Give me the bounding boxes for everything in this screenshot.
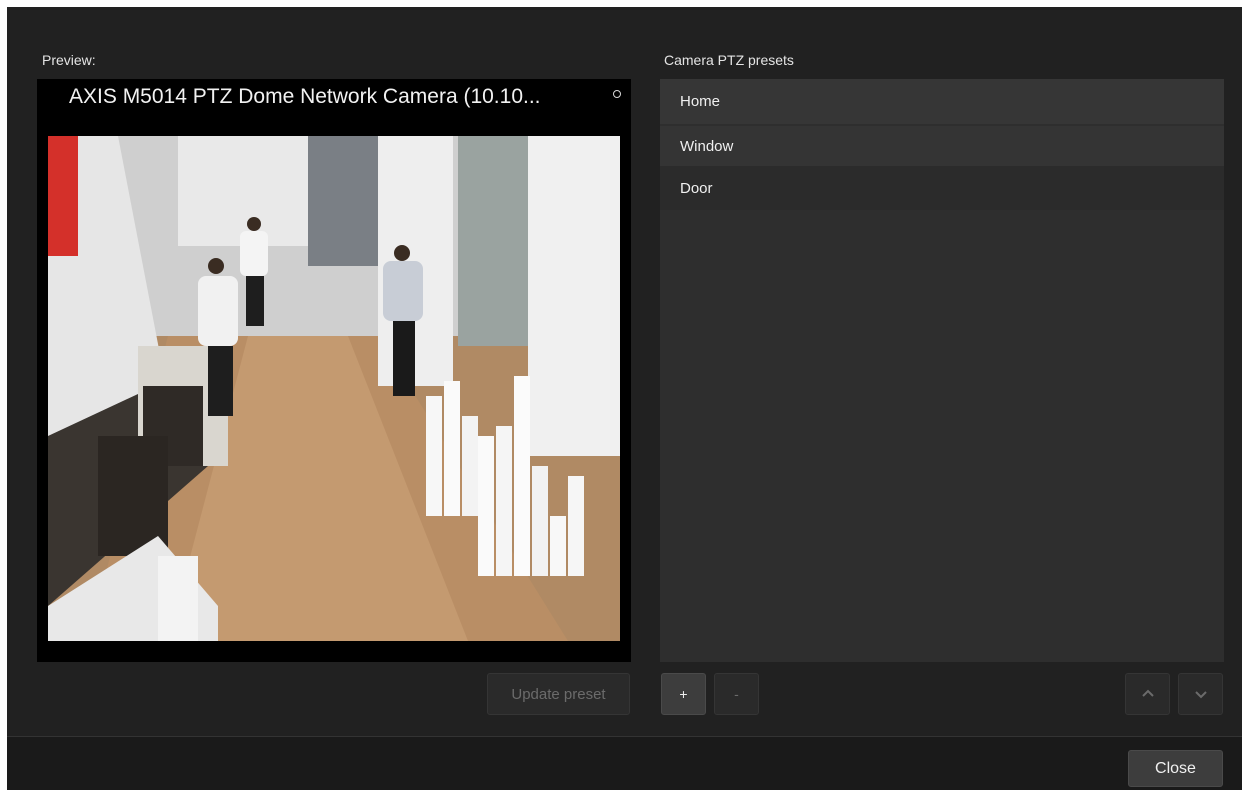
preset-item-home[interactable]: Home bbox=[660, 79, 1224, 124]
preview-label: Preview: bbox=[42, 52, 96, 68]
move-down-button[interactable] bbox=[1178, 673, 1223, 715]
preset-item-window[interactable]: Window bbox=[660, 126, 1224, 166]
chevron-down-icon bbox=[1194, 691, 1207, 699]
add-preset-button[interactable]: + bbox=[661, 673, 706, 715]
camera-title: AXIS M5014 PTZ Dome Network Camera (10.1… bbox=[69, 85, 541, 108]
chevron-up-icon bbox=[1141, 689, 1154, 697]
status-dot-icon bbox=[613, 90, 621, 98]
remove-preset-button[interactable]: - bbox=[714, 673, 759, 715]
camera-video-feed bbox=[48, 136, 620, 641]
presets-list: Home Window Door bbox=[660, 79, 1224, 662]
presets-label: Camera PTZ presets bbox=[664, 52, 794, 68]
dialog-footer bbox=[7, 736, 1242, 790]
close-button[interactable]: Close bbox=[1128, 750, 1223, 787]
camera-preview: AXIS M5014 PTZ Dome Network Camera (10.1… bbox=[37, 79, 631, 662]
video-frame-image bbox=[48, 136, 620, 641]
update-preset-button[interactable]: Update preset bbox=[487, 673, 630, 715]
preset-item-door[interactable]: Door bbox=[660, 166, 1224, 210]
move-up-button[interactable] bbox=[1125, 673, 1170, 715]
